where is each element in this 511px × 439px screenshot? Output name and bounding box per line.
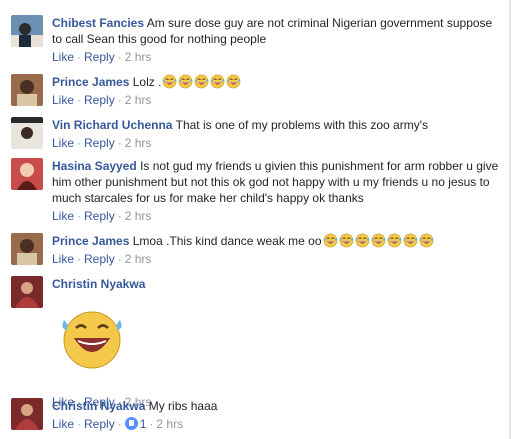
- laughing-tears-emoji-icon: [179, 74, 193, 89]
- timestamp[interactable]: 2 hrs: [156, 417, 183, 431]
- avatar[interactable]: [11, 74, 43, 106]
- laughing-tears-emoji-icon: [339, 233, 353, 248]
- reply-link[interactable]: Reply: [84, 417, 115, 431]
- timestamp[interactable]: 2 hrs: [125, 252, 152, 266]
- laughing-tears-emoji-icon: [355, 233, 369, 248]
- reply-link[interactable]: Reply: [84, 209, 115, 223]
- comment-author[interactable]: Christin Nyakwa: [52, 399, 145, 413]
- laughing-tears-emoji-icon: [387, 233, 401, 248]
- like-link[interactable]: Like: [52, 209, 74, 223]
- avatar[interactable]: [11, 233, 43, 265]
- comment-author[interactable]: Vin Richard Uchenna: [52, 118, 172, 132]
- like-link[interactable]: Like: [52, 50, 74, 64]
- comment-author[interactable]: Prince James: [52, 75, 129, 89]
- avatar[interactable]: [11, 276, 43, 308]
- comment-author[interactable]: Chibest Fancies: [52, 16, 144, 30]
- comment-actions: Like · Reply · 2 hrs: [52, 93, 152, 107]
- avatar[interactable]: [11, 158, 43, 190]
- comment-text: My ribs haaa: [148, 399, 218, 413]
- reply-link[interactable]: Reply: [84, 93, 115, 107]
- comment-text: Lolz .: [132, 75, 162, 89]
- comment-actions: Like · Reply · 2 hrs: [52, 50, 152, 64]
- reply-link[interactable]: Reply: [84, 252, 115, 266]
- like-link[interactable]: Like: [52, 93, 74, 107]
- laughing-tears-emoji-icon: [419, 233, 433, 248]
- comment-actions: Like · Reply · 2 hrs: [52, 136, 152, 150]
- comment-text: Lmoa .This kind dance weak me oo: [132, 234, 322, 248]
- avatar[interactable]: [11, 398, 43, 430]
- comment-actions: Like · Reply · 2 hrs: [52, 252, 152, 266]
- comment-actions: Like · Reply · 2 hrs: [52, 209, 152, 223]
- reply-link[interactable]: Reply: [84, 136, 115, 150]
- like-link[interactable]: Like: [52, 252, 74, 266]
- like-reaction-icon[interactable]: [124, 417, 138, 430]
- like-link[interactable]: Like: [52, 417, 74, 431]
- laughing-tears-emoji-icon: [163, 74, 177, 89]
- like-link[interactable]: Like: [52, 136, 74, 150]
- laughing-tears-emoji-icon: [371, 233, 385, 248]
- laughing-tears-emoji-icon: [323, 233, 337, 248]
- emoji-row: [161, 74, 241, 89]
- timestamp[interactable]: 2 hrs: [125, 50, 152, 64]
- laughing-tears-emoji-icon: [227, 74, 241, 89]
- laughing-tears-emoji-icon: [195, 74, 209, 89]
- comment-author[interactable]: Hasina Sayyed: [52, 159, 137, 173]
- timestamp[interactable]: 2 hrs: [125, 209, 152, 223]
- laughing-sticker-icon: [62, 311, 122, 369]
- laughing-tears-emoji-icon: [211, 74, 225, 89]
- timestamp[interactable]: 2 hrs: [125, 93, 152, 107]
- avatar[interactable]: [11, 117, 43, 149]
- timestamp[interactable]: 2 hrs: [125, 136, 152, 150]
- emoji-row: [322, 233, 434, 248]
- comment-author[interactable]: Prince James: [52, 234, 129, 248]
- comment-actions: Like · Reply · 1 · 2 hrs: [52, 417, 184, 431]
- avatar[interactable]: [11, 15, 43, 47]
- comment-text: That is one of my problems with this zoo…: [175, 118, 428, 132]
- reply-link[interactable]: Reply: [84, 50, 115, 64]
- comment-author[interactable]: Christin Nyakwa: [52, 277, 145, 291]
- laughing-tears-emoji-icon: [403, 233, 417, 248]
